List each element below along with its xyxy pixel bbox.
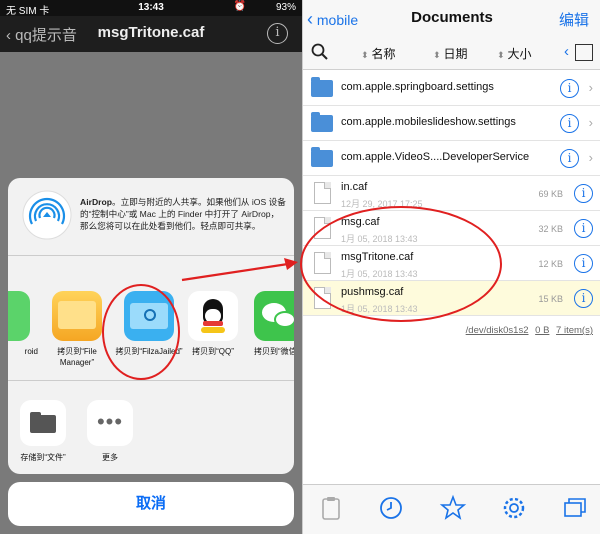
app-wechat[interactable]: 拷贝到“微信 <box>244 291 294 357</box>
windows-icon[interactable] <box>561 494 589 522</box>
airdrop-title: AirDrop <box>80 197 112 207</box>
row-name: com.apple.springboard.settings <box>341 81 494 93</box>
row-size: 69 KB <box>538 189 563 199</box>
sort-by-name[interactable]: ⬍ 名称 <box>361 45 396 62</box>
save-to-files-action[interactable]: 存储到“文件” <box>13 400 73 463</box>
app-label-wechat: 拷贝到“微信 <box>254 347 294 356</box>
storage-footer: /dev/disk0s1s2 0 B 7 item(s) <box>303 325 600 336</box>
airdrop-icon <box>22 190 72 240</box>
info-icon[interactable]: i <box>560 149 579 168</box>
folder-icon <box>311 147 333 167</box>
bytes-link[interactable]: 0 B <box>535 325 549 336</box>
info-icon[interactable]: i <box>574 289 593 308</box>
airdrop-description: AirDrop。立即与附近的人共享。如果他们从 iOS 设备的“控制中心”或 M… <box>80 196 286 232</box>
chevron-right-icon: › <box>588 80 593 95</box>
row-name: in.caf <box>341 181 368 193</box>
nav-title: msgTritone.caf <box>97 24 205 41</box>
sort-by-date[interactable]: ⬍ 日期 <box>433 45 468 62</box>
sort-by-size[interactable]: ⬍ 大小 <box>497 45 532 62</box>
info-icon[interactable]: i <box>560 114 579 133</box>
files-folder-icon <box>20 400 66 446</box>
right-nav-bar: ‹ mobile Documents 编辑 <box>303 0 600 36</box>
grid-view-icon[interactable] <box>575 44 593 61</box>
save-to-files-label: 存储到“文件” <box>20 453 66 462</box>
row-name: com.apple.VideoS....DeveloperService <box>341 151 530 163</box>
folder-row[interactable]: com.apple.springboard.settings i › <box>303 71 600 106</box>
folder-icon <box>311 77 333 97</box>
app-label-qq: 拷贝到“QQ” <box>192 347 234 356</box>
battery-label: 93% <box>275 2 296 13</box>
app-qq[interactable]: 拷贝到“QQ” <box>178 291 248 357</box>
qq-app-icon <box>188 291 238 341</box>
left-nav-bar: ‹ qq提示音 msgTritone.caf i <box>0 16 302 52</box>
more-dots-icon: ••• <box>87 400 133 446</box>
red-arrow-annotation <box>181 258 298 282</box>
partial-app-icon <box>8 291 30 341</box>
chevron-left-icon[interactable]: ‹ <box>564 43 569 60</box>
star-icon[interactable] <box>439 494 467 522</box>
status-bar: 无 SIM 卡 13:43 ⏰ 93% <box>0 0 302 17</box>
info-icon[interactable]: i <box>574 219 593 238</box>
tab-bar <box>303 484 600 534</box>
sort-size-label: 大小 <box>507 47 532 61</box>
edit-button[interactable]: 编辑 <box>559 9 589 30</box>
clock-icon[interactable] <box>377 494 405 522</box>
file-row[interactable]: in.caf 12月 29, 2017 17:25 69 KB i <box>303 176 600 211</box>
file-icon <box>314 182 331 204</box>
folder-app-icon <box>52 291 102 341</box>
folder-row[interactable]: com.apple.VideoS....DeveloperService i › <box>303 141 600 176</box>
items-link[interactable]: 7 item(s) <box>556 325 593 336</box>
screenshot-root: 无 SIM 卡 13:43 ⏰ 93% ‹ qq提示音 msgTritone.c… <box>0 0 600 534</box>
wechat-app-icon <box>254 291 294 341</box>
cancel-button[interactable]: 取消 <box>8 482 294 526</box>
sort-name-label: 名称 <box>371 47 396 61</box>
chevron-right-icon: › <box>588 115 593 130</box>
row-size: 12 KB <box>538 259 563 269</box>
row-size: 32 KB <box>538 224 563 234</box>
alarm-icon: ⏰ <box>233 1 246 12</box>
row-size: 15 KB <box>538 294 563 304</box>
chevron-right-icon: › <box>588 150 593 165</box>
row-name: com.apple.mobileslideshow.settings <box>341 116 516 128</box>
more-action[interactable]: ••• 更多 <box>80 400 140 463</box>
info-icon[interactable]: i <box>574 184 593 203</box>
folder-icon <box>311 112 333 132</box>
info-icon[interactable]: i <box>574 254 593 273</box>
app-label-file-manager: 拷贝到“File Manager” <box>57 347 97 367</box>
filza-highlight-annotation <box>102 284 180 380</box>
app-label-partial: roid <box>24 347 38 356</box>
app-partial[interactable]: roid <box>8 291 40 357</box>
disk-link[interactable]: /dev/disk0s1s2 <box>466 325 529 336</box>
airdrop-section[interactable]: AirDrop。立即与附近的人共享。如果他们从 iOS 设备的“控制中心”或 M… <box>8 178 294 256</box>
folder-row[interactable]: com.apple.mobileslideshow.settings i › <box>303 106 600 141</box>
clipboard-icon[interactable] <box>317 494 345 522</box>
sort-date-label: 日期 <box>443 47 468 61</box>
action-row: 存储到“文件” ••• 更多 <box>8 382 294 474</box>
status-time: 13:43 <box>138 2 164 13</box>
info-icon[interactable]: i <box>560 79 579 98</box>
more-label: 更多 <box>102 453 118 462</box>
documents-title: Documents <box>411 9 493 26</box>
gear-icon[interactable] <box>500 494 528 522</box>
msgtritone-highlight-annotation <box>300 206 502 322</box>
search-icon[interactable] <box>311 43 329 61</box>
info-icon[interactable]: i <box>267 23 288 44</box>
sort-bar: ⬍ 名称 ⬍ 日期 ⬍ 大小 ‹ <box>303 36 600 70</box>
